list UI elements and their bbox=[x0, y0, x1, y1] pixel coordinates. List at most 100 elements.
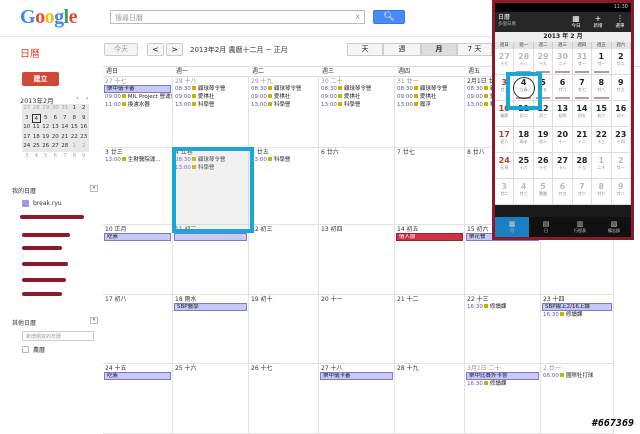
day-cell[interactable]: 28 十九 bbox=[395, 364, 465, 434]
calendar-item[interactable]: 農曆 bbox=[22, 345, 45, 354]
mini-day[interactable]: 7 bbox=[60, 152, 70, 162]
day-number[interactable]: 27 十七 bbox=[103, 77, 172, 85]
day-number[interactable]: 22 十三 bbox=[465, 295, 540, 303]
event-bar[interactable]: SBP線上2/16上課 bbox=[542, 303, 612, 311]
day-cell[interactable]: 27 十八 樂中儀卡審 bbox=[319, 364, 395, 434]
phone-day[interactable]: 13 初四 bbox=[553, 101, 573, 127]
event-item[interactable]: 09:00 愛祺社 bbox=[319, 93, 394, 101]
day-number[interactable]: 29 十九 bbox=[249, 77, 318, 85]
mini-day[interactable]: 24 bbox=[22, 142, 32, 152]
mini-day[interactable]: 5 bbox=[41, 152, 51, 162]
mini-day[interactable]: 27 bbox=[22, 104, 32, 114]
event-item[interactable]: 13:00 科學營 bbox=[173, 101, 248, 109]
day-cell[interactable]: 11 初二 bbox=[173, 225, 249, 295]
other-calendars-header[interactable]: 其他日曆 ▾ bbox=[12, 317, 98, 327]
mini-next-icon[interactable]: › bbox=[86, 95, 88, 102]
day-number[interactable]: 6 廿六 bbox=[319, 148, 394, 156]
mini-day[interactable]: 4 bbox=[31, 113, 41, 123]
phone-day[interactable]: 25 十六 bbox=[514, 153, 534, 179]
day-cell[interactable]: 3月1日 二十 樂中比賽外卡會 16:30 修讀課 bbox=[465, 364, 541, 434]
phone-day[interactable]: 4 廿三 bbox=[514, 179, 534, 205]
day-number[interactable]: 5 廿五 bbox=[249, 148, 318, 156]
mini-day[interactable]: 12 bbox=[41, 123, 51, 133]
day-cell[interactable]: 17 初八 bbox=[103, 295, 173, 364]
event-item[interactable]: 11:00 換濾水器 bbox=[103, 101, 172, 109]
day-cell[interactable]: 28 十八 08:30 顧球琴令營 09:00 愛祺社 13:00 科學營 bbox=[173, 77, 249, 148]
phone-day[interactable]: 2 廿一 bbox=[611, 153, 631, 179]
day-number[interactable]: 10 正月 bbox=[103, 225, 172, 233]
view-month-button[interactable]: 月 bbox=[421, 43, 457, 56]
mini-day[interactable]: 28 bbox=[31, 104, 41, 114]
mini-day[interactable]: 6 bbox=[51, 152, 61, 162]
phone-day[interactable]: 23 十四 bbox=[611, 127, 631, 153]
phone-today-button[interactable]: ▦ 今日 bbox=[565, 12, 587, 32]
day-cell[interactable]: 6 廿六 bbox=[319, 148, 395, 225]
event-item[interactable]: 13:00 鳳浮 bbox=[395, 101, 464, 109]
day-cell[interactable]: 22 十三 16:30 修讀課 bbox=[465, 295, 541, 364]
day-number[interactable]: 25 十六 bbox=[173, 364, 248, 372]
mini-day[interactable]: 25 bbox=[31, 142, 41, 152]
mini-day[interactable]: 4 bbox=[32, 152, 42, 162]
mini-day[interactable]: 7 bbox=[60, 113, 70, 123]
phone-day[interactable]: 30 二十 bbox=[553, 49, 573, 75]
phone-nav-month[interactable]: ▦ 月 bbox=[495, 217, 529, 237]
calendar-item[interactable]: break.ryu bbox=[22, 200, 62, 207]
phone-day[interactable]: 8 廿八 bbox=[592, 75, 612, 101]
day-cell[interactable]: 14 初五 情人節 bbox=[395, 225, 465, 295]
day-number[interactable]: 19 初十 bbox=[249, 295, 318, 303]
mini-day[interactable]: 11 bbox=[31, 123, 41, 133]
mini-day[interactable]: 9 bbox=[79, 113, 89, 123]
mini-day[interactable]: 16 bbox=[79, 123, 89, 133]
event-item[interactable]: 08:30 顧球琴令營 bbox=[395, 85, 464, 93]
day-number[interactable]: 23 十四 bbox=[541, 295, 613, 303]
phone-day[interactable]: 7 廿七 bbox=[572, 75, 593, 101]
mini-day[interactable]: 29 bbox=[41, 104, 51, 114]
mini-prev-icon[interactable]: ‹ bbox=[76, 95, 78, 102]
day-number[interactable]: 31 廿一 bbox=[395, 77, 464, 85]
mini-day[interactable]: 8 bbox=[69, 113, 79, 123]
event-bar[interactable]: 樂中儀卡審 bbox=[104, 85, 171, 93]
clear-icon[interactable]: x bbox=[355, 12, 360, 21]
mini-day[interactable]: 18 bbox=[31, 132, 41, 142]
mini-day[interactable]: 31 bbox=[60, 104, 70, 114]
day-cell[interactable]: 30 二十 08:30 顧球琴令營 09:00 愛祺社 13:00 科學營 bbox=[319, 77, 395, 148]
mini-day[interactable]: 13 bbox=[50, 123, 60, 133]
day-number[interactable]: 28 十八 bbox=[173, 77, 248, 85]
event-item[interactable]: 08:30 顧球琴令營 bbox=[319, 85, 394, 93]
phone-day[interactable]: 15 初六 bbox=[592, 101, 612, 127]
phone-nav-day[interactable]: ▤ 日 bbox=[529, 217, 563, 237]
prev-button[interactable]: < bbox=[147, 43, 164, 56]
day-cell[interactable]: 20 十一 bbox=[319, 295, 395, 364]
phone-nav-agenda[interactable]: ▥ 行程表 bbox=[563, 217, 597, 237]
mini-day[interactable]: 9 bbox=[79, 152, 89, 162]
day-number[interactable]: 17 初八 bbox=[103, 295, 172, 303]
event-item[interactable]: 08:30 顧球琴令營 bbox=[173, 85, 248, 93]
day-number[interactable]: 3 廿三 bbox=[103, 148, 172, 156]
day-cell[interactable]: 31 廿一 08:30 顧球琴令營 09:00 愛祺社 13:00 鳳浮 bbox=[395, 77, 465, 148]
google-logo[interactable]: Google bbox=[20, 6, 78, 29]
day-cell[interactable]: 12 初三 bbox=[249, 225, 319, 295]
day-number[interactable]: 12 初三 bbox=[249, 225, 318, 233]
event-bar[interactable]: 樂中比賽外卡會 bbox=[466, 372, 539, 380]
next-button[interactable]: > bbox=[166, 43, 183, 56]
phone-day[interactable]: 20 十一 bbox=[553, 127, 573, 153]
mini-day[interactable]: 20 bbox=[50, 132, 60, 142]
phone-day[interactable]: 7 廿六 bbox=[572, 179, 593, 205]
day-cell[interactable]: 21 十二 bbox=[395, 295, 465, 364]
phone-nav-memo[interactable]: ▧ 備忘錄 bbox=[597, 217, 631, 237]
event-item[interactable]: 13:00 生財醫院運... bbox=[103, 156, 172, 164]
event-item[interactable]: 09:00 MIL Project 營運費 bbox=[103, 93, 172, 101]
mini-day[interactable]: 10 bbox=[22, 123, 32, 133]
mini-day[interactable]: 26 bbox=[41, 142, 51, 152]
day-cell[interactable]: 7 廿七 bbox=[395, 148, 465, 225]
day-number[interactable]: 24 十五 bbox=[103, 364, 172, 372]
mini-day[interactable]: 2 bbox=[79, 104, 89, 114]
day-number[interactable]: 21 十二 bbox=[395, 295, 464, 303]
mini-day[interactable]: 17 bbox=[22, 132, 32, 142]
mini-day[interactable]: 2 bbox=[79, 142, 89, 152]
day-cell[interactable]: 10 正月 吃素 bbox=[103, 225, 173, 295]
event-item[interactable]: 09:00 愛祺社 bbox=[249, 93, 318, 101]
day-number[interactable]: 26 十七 bbox=[249, 364, 318, 372]
phone-day[interactable]: 2 廿二 bbox=[611, 49, 631, 75]
day-cell[interactable]: 13 初四 bbox=[319, 225, 395, 295]
